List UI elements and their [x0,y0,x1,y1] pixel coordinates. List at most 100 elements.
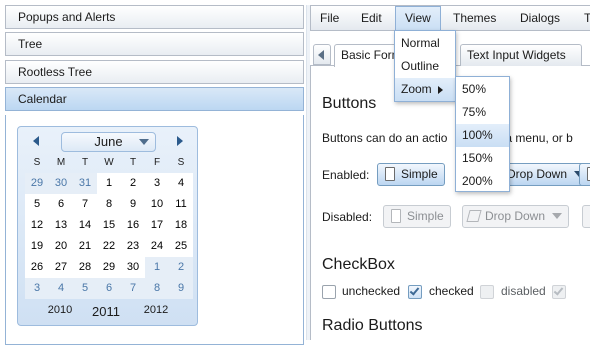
calendar-day-other-month[interactable]: 7 [121,278,145,299]
tab-content: Buttons Buttons can do an actio a menu, o… [310,66,590,340]
calendar-day[interactable]: 24 [145,236,169,257]
combo-button[interactable] [579,163,590,186]
weekday-label: T [81,157,89,168]
calendar-day[interactable]: 9 [121,194,145,215]
calendar-day[interactable]: 3 [145,173,169,194]
view-menu-outline[interactable]: Outline [395,55,455,78]
calendar: June SMTWTFS 29 30 31 1 2 3 4 5 6 7 8 9 10 11 12 13 14 15… [17,126,198,326]
drop-down-button-label: Drop Down [507,167,568,181]
checkbox-unchecked-label: unchecked [342,284,401,298]
previous-year[interactable]: 2010 [40,304,80,316]
calendar-day-other-month[interactable]: 5 [73,278,97,299]
calendar-day-other-month[interactable]: 4 [49,278,73,299]
weekday-label: S [177,157,185,168]
menu-themes[interactable]: Themes [444,6,505,30]
view-menu-normal[interactable]: Normal [395,32,455,55]
calendar-day[interactable]: 7 [73,194,97,215]
prev-month-button[interactable] [30,135,42,147]
calendar-day-other-month[interactable]: 6 [97,278,121,299]
checkbox-disabled [480,285,494,299]
calendar-day[interactable]: 13 [49,215,73,236]
next-year[interactable]: 2012 [136,304,176,316]
calendar-grid: 29 30 31 1 2 3 4 5 6 7 8 9 10 11 12 13 14 15 16 17 18 19 20 21 2… [25,173,193,299]
calendar-day[interactable]: 23 [121,236,145,257]
calendar-day[interactable]: 14 [73,215,97,236]
simple-button[interactable]: Simple [377,163,445,186]
chevron-left-icon [33,136,39,146]
tab-text-input-label: Text Input Widgets [467,48,566,62]
calendar-day[interactable]: 12 [25,215,49,236]
menu-file[interactable]: File [311,6,348,30]
calendar-day[interactable]: 5 [25,194,49,215]
calendar-day[interactable]: 6 [49,194,73,215]
simple-button-disabled: Simple [383,205,451,228]
calendar-day[interactable]: 26 [25,257,49,278]
calendar-day[interactable]: 10 [145,194,169,215]
zoom-50[interactable]: 50% [456,78,509,101]
enabled-label: Enabled: [322,168,370,182]
calendar-day-other-month[interactable]: 1 [145,257,169,278]
accordion-header-rootless-tree[interactable]: Rootless Tree [5,60,304,84]
calendar-day-other-month[interactable]: 31 [73,173,97,194]
menu-truncated[interactable]: T [575,6,590,30]
check-icon [409,285,420,296]
calendar-day[interactable]: 30 [121,257,145,278]
view-menu-zoom-label: Zoom [401,82,432,96]
calendar-day[interactable]: 22 [97,236,121,257]
checkbox-unchecked[interactable] [322,285,336,299]
menu-dialogs[interactable]: Dialogs [511,6,569,30]
calendar-day[interactable]: 17 [145,215,169,236]
calendar-day[interactable]: 28 [73,257,97,278]
checkbox-heading: CheckBox [322,256,395,273]
calendar-day[interactable]: 21 [73,236,97,257]
zoom-75[interactable]: 75% [456,101,509,124]
drop-down-button-disabled: Drop Down [462,205,570,228]
calendar-day-other-month[interactable]: 2 [169,257,193,278]
zoom-150[interactable]: 150% [456,147,509,170]
view-menu-zoom[interactable]: Zoom [395,78,455,101]
drop-down-button-disabled-label: Drop Down [485,209,546,223]
calendar-day[interactable]: 29 [97,257,121,278]
calendar-day[interactable]: 15 [97,215,121,236]
calendar-day[interactable]: 8 [97,194,121,215]
accordion-header-tree[interactable]: Tree [5,32,304,56]
next-month-button[interactable] [174,135,186,147]
calendar-day[interactable]: 1 [97,173,121,194]
tab-text-input-widgets[interactable]: Text Input Widgets [460,44,582,66]
zoom-200[interactable]: 200% [456,170,509,193]
chevron-right-icon [177,136,183,146]
calendar-day[interactable]: 19 [25,236,49,257]
calendar-day[interactable]: 4 [169,173,193,194]
checkbox-disabled-label: disabled [501,284,546,298]
accordion-header-popups[interactable]: Popups and Alerts [5,5,304,29]
combo-button-disabled [582,205,590,228]
weekday-label: T [129,157,137,168]
calendar-day-other-month[interactable]: 8 [145,278,169,299]
month-dropdown[interactable]: June [61,132,156,152]
chevron-down-icon [139,139,149,145]
menu-view[interactable]: View [395,6,441,31]
tab-scroll-left-button[interactable] [313,44,331,65]
calendar-day-other-month[interactable]: 3 [25,278,49,299]
year-selector: 2010 2011 2012 [18,304,199,322]
menu-edit[interactable]: Edit [352,6,391,30]
calendar-day[interactable]: 18 [169,215,193,236]
zoom-100[interactable]: 100% [456,124,509,147]
calendar-day-other-month[interactable]: 9 [169,278,193,299]
calendar-day[interactable]: 27 [49,257,73,278]
simple-button-label: Simple [401,167,438,181]
calendar-day[interactable]: 20 [49,236,73,257]
check-icon [553,285,564,296]
checkbox-checked[interactable] [408,285,422,299]
calendar-day[interactable]: 16 [121,215,145,236]
simple-button-disabled-label: Simple [407,209,444,223]
calendar-day-other-month[interactable]: 30 [49,173,73,194]
calendar-day[interactable]: 11 [169,194,193,215]
view-menu-popup: Normal Outline Zoom [394,30,456,102]
current-year: 2011 [92,304,120,319]
calendar-day[interactable]: 2 [121,173,145,194]
calendar-day[interactable]: 25 [169,236,193,257]
accordion-header-calendar[interactable]: Calendar [5,87,304,111]
weekday-label: F [153,157,161,168]
calendar-day-other-month[interactable]: 29 [25,173,49,194]
